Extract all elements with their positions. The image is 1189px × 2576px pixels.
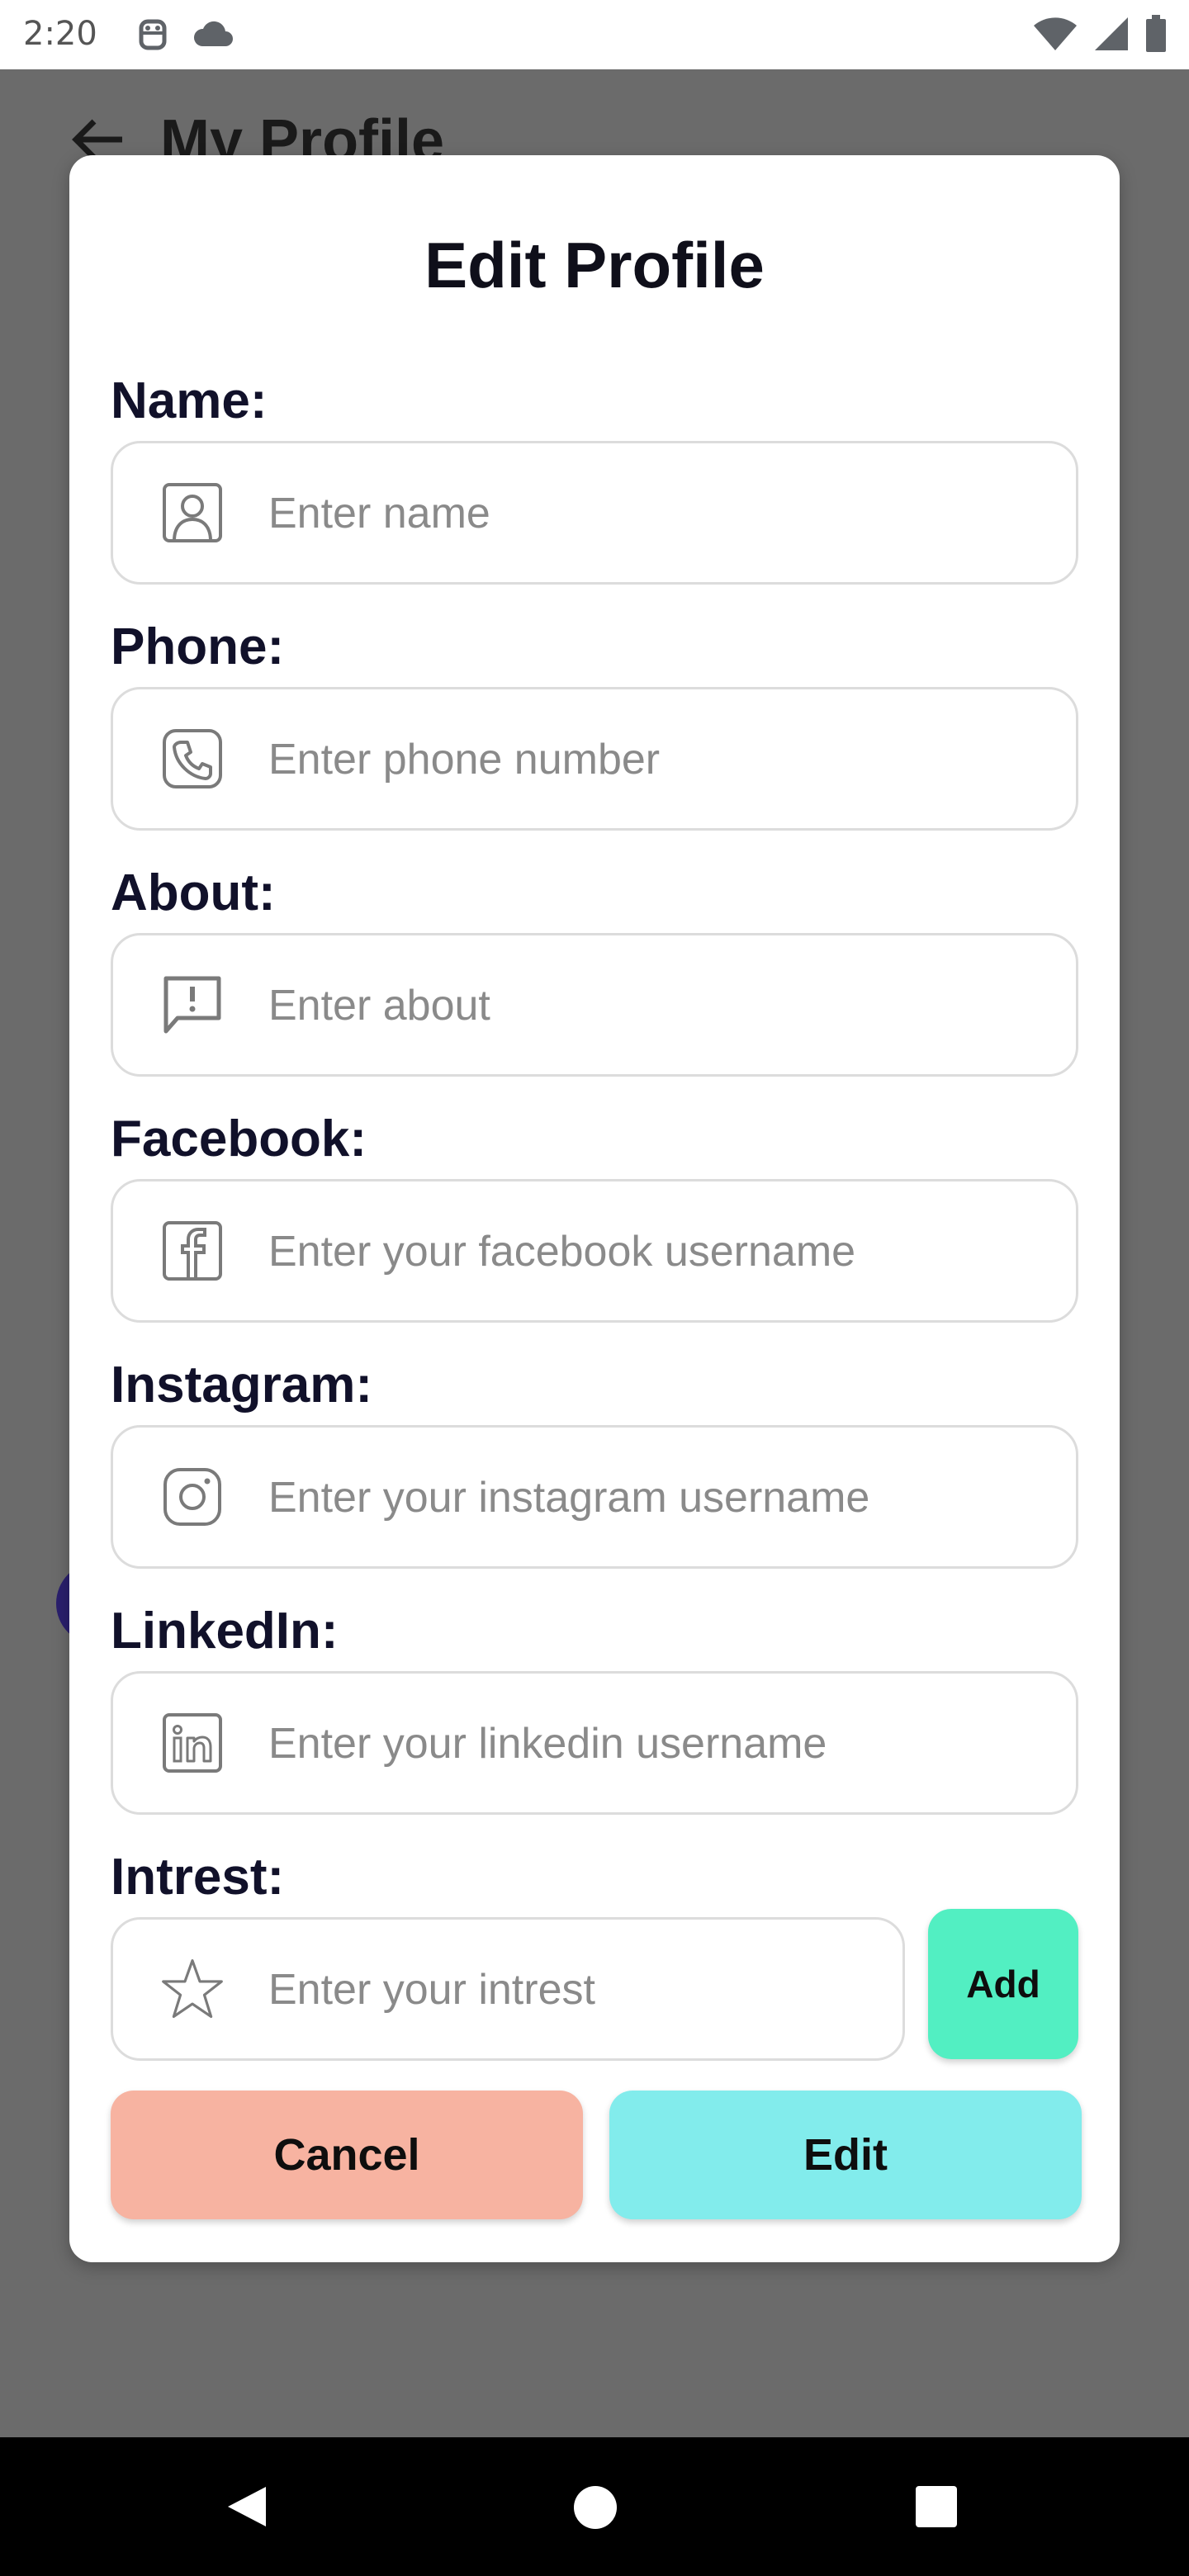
phone-label: Phone: bbox=[111, 618, 285, 675]
add-interest-button[interactable]: Add bbox=[928, 1909, 1078, 2059]
name-input[interactable] bbox=[267, 443, 1030, 584]
facebook-label: Facebook: bbox=[111, 1110, 367, 1167]
facebook-field[interactable] bbox=[111, 1179, 1078, 1323]
instagram-icon bbox=[161, 1466, 224, 1528]
instagram-field[interactable] bbox=[111, 1425, 1078, 1569]
star-icon bbox=[161, 1958, 224, 2020]
phone-icon bbox=[161, 727, 224, 790]
linkedin-label: LinkedIn: bbox=[111, 1603, 339, 1660]
phone-field[interactable] bbox=[111, 687, 1078, 831]
cloud-icon bbox=[191, 18, 234, 54]
status-time: 2:20 bbox=[23, 15, 97, 53]
facebook-icon bbox=[161, 1219, 224, 1282]
facebook-input[interactable] bbox=[267, 1181, 1030, 1322]
instagram-input[interactable] bbox=[267, 1428, 1030, 1568]
message-info-icon bbox=[161, 973, 224, 1036]
cancel-button[interactable]: Cancel bbox=[111, 2091, 583, 2219]
about-input[interactable] bbox=[267, 935, 1030, 1076]
name-label: Name: bbox=[111, 372, 268, 429]
name-field[interactable] bbox=[111, 441, 1078, 585]
status-bar: 2:20 bbox=[0, 0, 1189, 69]
nav-back-icon[interactable] bbox=[223, 2484, 269, 2533]
linkedin-icon bbox=[161, 1712, 224, 1774]
navigation-bar bbox=[0, 2437, 1189, 2576]
about-field[interactable] bbox=[111, 933, 1078, 1077]
android-debug-icon bbox=[136, 15, 169, 58]
linkedin-field[interactable] bbox=[111, 1671, 1078, 1815]
edit-profile-dialog: Edit Profile Name: Phone: About: Faceboo… bbox=[69, 155, 1120, 2262]
wifi-icon bbox=[1032, 16, 1078, 55]
nav-recents-icon[interactable] bbox=[915, 2485, 958, 2531]
linkedin-input[interactable] bbox=[267, 1674, 1030, 1814]
dialog-title: Edit Profile bbox=[424, 229, 765, 301]
instagram-label: Instagram: bbox=[111, 1357, 372, 1413]
person-icon bbox=[161, 481, 224, 544]
battery-icon bbox=[1144, 15, 1168, 56]
interest-field[interactable] bbox=[111, 1917, 905, 2061]
interest-label: Intrest: bbox=[111, 1849, 285, 1906]
interest-input[interactable] bbox=[267, 1920, 881, 2060]
about-label: About: bbox=[111, 864, 276, 921]
cellular-signal-icon bbox=[1093, 16, 1130, 55]
edit-button[interactable]: Edit bbox=[609, 2091, 1082, 2219]
nav-home-icon[interactable] bbox=[573, 2485, 618, 2533]
phone-input[interactable] bbox=[267, 689, 1030, 830]
